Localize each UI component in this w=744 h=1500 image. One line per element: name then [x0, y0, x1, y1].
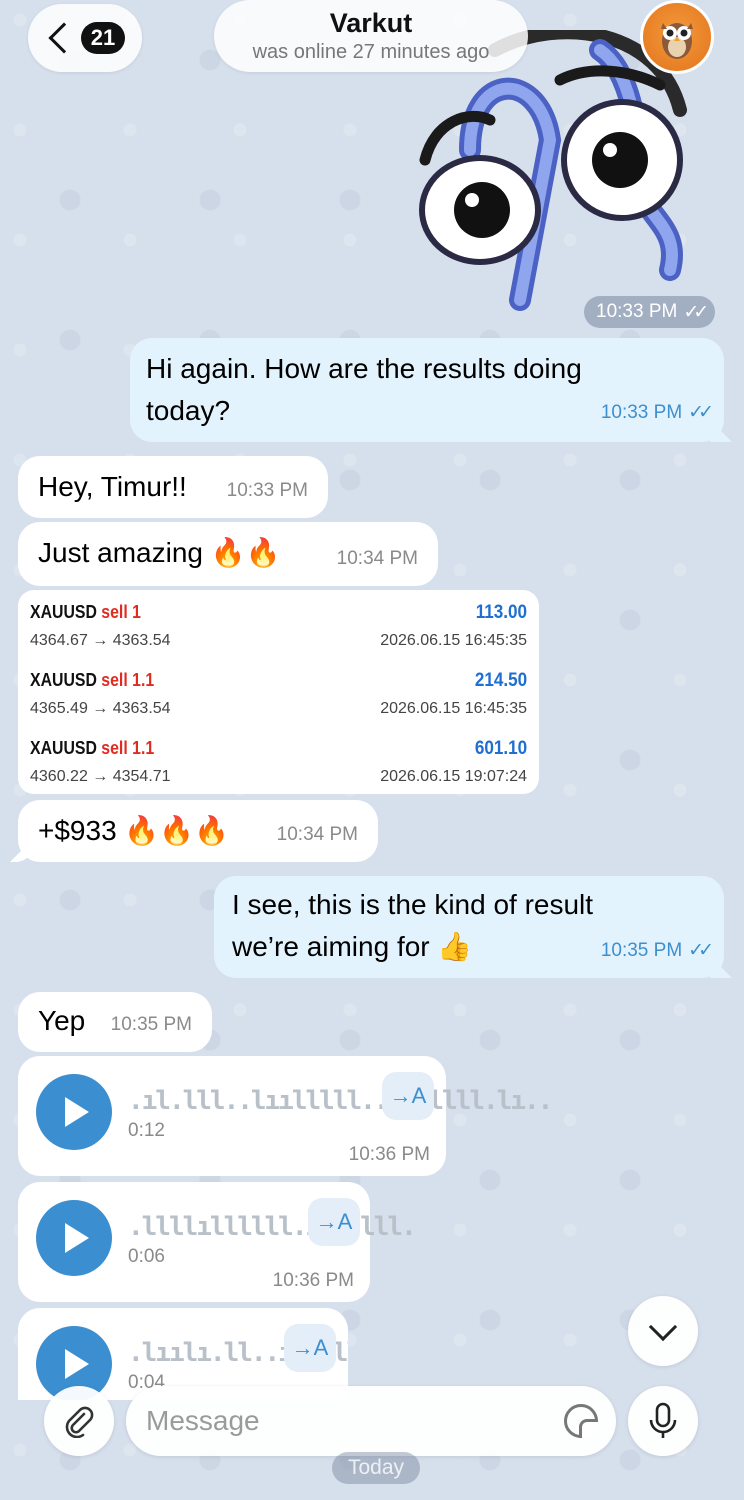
scroll-to-bottom-button[interactable] [628, 1296, 698, 1366]
trade-row: XAUUSD sell 1 4364.67 → 4363.54 113.00 2… [30, 600, 527, 668]
play-button[interactable] [36, 1074, 112, 1150]
trade-side: sell 1.1 [101, 738, 155, 758]
paperclip-icon [65, 1406, 94, 1438]
voice-duration: 0:12 [128, 1120, 165, 1141]
outgoing-message[interactable]: Hi again. How are the results doing toda… [130, 338, 724, 442]
incoming-message[interactable]: +$933 🔥🔥🔥 10:34 PM [18, 800, 378, 862]
transcribe-button[interactable]: →A [284, 1324, 336, 1372]
incoming-message[interactable]: Just amazing 🔥🔥 10:34 PM [18, 522, 438, 586]
sticker-icon[interactable] [564, 1404, 598, 1438]
voice-record-button[interactable] [628, 1386, 698, 1456]
trade-date: 2026.06.15 19:07:24 [380, 768, 527, 785]
message-text: +$933 🔥🔥🔥 [38, 815, 230, 846]
trade-row: XAUUSD sell 1.1 4365.49 → 4363.54 214.50… [30, 668, 527, 736]
trade-row: XAUUSD sell 1.1 4360.22 → 4354.71 601.10… [30, 736, 527, 804]
trade-prices: 4364.67 → 4363.54 [30, 632, 171, 649]
message-text-line: I see, this is the kind of result [232, 889, 594, 920]
message-text: Hey, Timur!! [38, 471, 187, 502]
trade-symbol: XAUUSD sell 1.1 [30, 738, 154, 759]
voice-message[interactable]: .llllıllllll.ıl..lll. 0:06 →A 10:36 PM [18, 1182, 417, 1302]
voice-waveform[interactable]: .llllıllllll.ıl..lll. [128, 1212, 417, 1242]
message-time: 10:36 PM [272, 1270, 354, 1291]
trade-symbol: XAUUSD sell 1.1 [30, 670, 154, 691]
trade-profit: 601.10 [474, 738, 527, 759]
double-check-icon: ✓✓ [688, 402, 714, 423]
message-text: Yep [38, 1005, 86, 1036]
play-icon [65, 1097, 89, 1127]
incoming-message[interactable]: Hey, Timur!! 10:33 PM [18, 456, 328, 518]
chat-status: was online 27 minutes ago [252, 41, 490, 63]
sticker-timestamp: 10:33 PM ✓✓ [584, 296, 716, 328]
double-check-icon: ✓✓ [683, 301, 709, 323]
chat-title[interactable]: Varkut was online 27 minutes ago [214, 0, 528, 72]
play-button[interactable] [36, 1200, 112, 1276]
message-time: 10:33 PM [226, 480, 308, 501]
play-icon [65, 1349, 89, 1379]
message-time: 10:35 PM [110, 1014, 192, 1035]
trades-image[interactable]: XAUUSD sell 1 4364.67 → 4363.54 113.00 2… [18, 590, 539, 794]
trade-symbol-text: XAUUSD [30, 738, 97, 758]
unread-count-badge: 21 [80, 22, 126, 54]
outgoing-message[interactable]: I see, this is the kind of result we’re … [214, 876, 724, 978]
message-time: 10:36 PM [348, 1144, 430, 1165]
chat-name: Varkut [329, 8, 413, 38]
trade-side: sell 1 [101, 602, 141, 622]
play-icon [65, 1223, 89, 1253]
date-badge: Today [332, 1452, 420, 1484]
trade-side: sell 1.1 [101, 670, 155, 690]
voice-waveform[interactable]: .ıl.lll..lıılllll....lllll.lı.. [128, 1086, 553, 1116]
message-time: 10:34 PM [276, 824, 358, 845]
trade-date: 2026.06.15 16:45:35 [380, 632, 527, 649]
incoming-message[interactable]: Yep 10:35 PM [18, 992, 212, 1052]
double-check-icon: ✓✓ [688, 940, 714, 961]
message-input[interactable] [146, 1400, 546, 1442]
trade-symbol-text: XAUUSD [30, 602, 97, 622]
voice-duration: 0:06 [128, 1246, 165, 1267]
trade-prices: 4365.49 → 4363.54 [30, 700, 171, 717]
trade-symbol-text: XAUUSD [30, 670, 97, 690]
transcribe-button[interactable]: →A [308, 1198, 360, 1246]
message-text-line: Hi again. How are the results doing [146, 353, 582, 384]
microphone-icon [649, 1402, 677, 1438]
attach-button[interactable] [44, 1386, 114, 1456]
trade-profit: 113.00 [475, 602, 527, 623]
message-text: Just amazing 🔥🔥 [38, 537, 281, 568]
transcribe-button[interactable]: →A [382, 1072, 434, 1120]
message-time: 10:33 PM [600, 402, 683, 423]
message-time: 10:35 PM [600, 940, 683, 961]
avatar[interactable] [640, 0, 714, 74]
trade-profit: 214.50 [474, 670, 527, 691]
voice-message[interactable]: .ıl.lll..lıılllll....lllll.lı.. 0:12 →A … [18, 1056, 553, 1176]
trade-prices: 4360.22 → 4354.71 [30, 768, 171, 785]
message-input-container[interactable] [126, 1386, 616, 1456]
message-time: 10:34 PM [336, 548, 418, 569]
sticker-time-text: 10:33 PM [596, 301, 678, 322]
chevron-down-icon [648, 1312, 678, 1342]
chat-header: 21 Varkut was online 27 minutes ago [0, 0, 744, 80]
back-button[interactable]: 21 [28, 4, 142, 72]
back-chevron-icon [48, 22, 80, 54]
trade-date: 2026.06.15 16:45:35 [380, 700, 527, 717]
trade-symbol: XAUUSD sell 1 [30, 602, 141, 623]
owl-avatar-icon [661, 23, 693, 59]
